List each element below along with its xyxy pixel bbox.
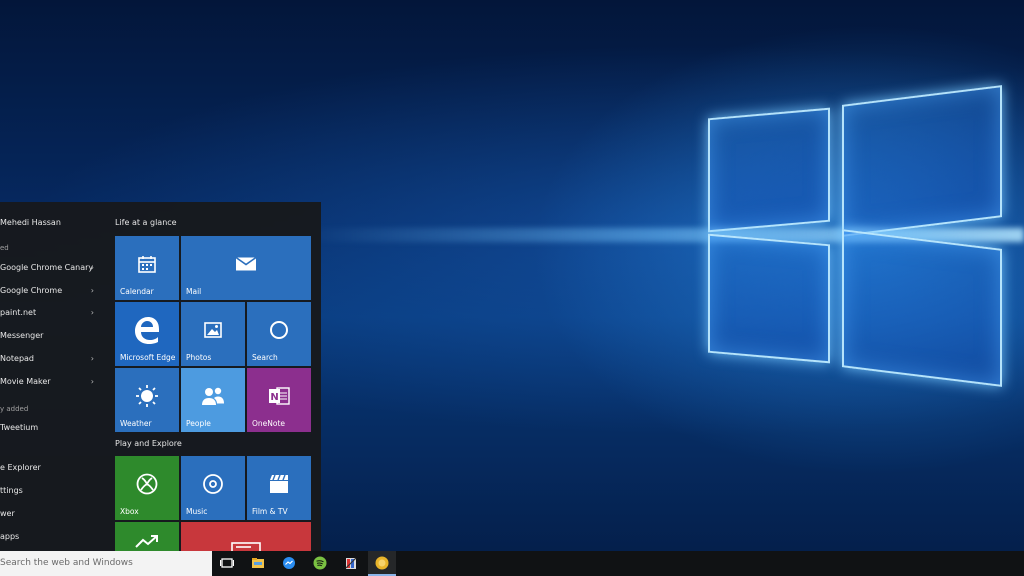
tile-photos[interactable]: Photos (181, 302, 245, 366)
paint-net-icon (345, 557, 357, 569)
tile-label: OneNote (252, 419, 286, 428)
power-button[interactable]: wer (0, 507, 100, 521)
search-placeholder: Search the web and Windows (0, 558, 133, 568)
app-label: Notepad (0, 354, 34, 363)
app-label: Messenger (0, 331, 44, 340)
spotify-button[interactable] (306, 551, 334, 576)
tile-music[interactable]: Music (181, 456, 245, 520)
news-icon (231, 542, 261, 551)
app-google-chrome-canary[interactable]: Google Chrome Canary › (0, 261, 100, 275)
app-messenger[interactable]: Messenger (0, 329, 100, 343)
logo-pane-top-right (842, 85, 1002, 237)
tile-label: Xbox (120, 507, 139, 516)
app-label: paint.net (0, 308, 37, 317)
task-view-button[interactable] (213, 551, 241, 576)
file-explorer-link[interactable]: e Explorer (0, 461, 100, 475)
app-label: Movie Maker (0, 377, 51, 386)
messenger-icon (283, 557, 295, 569)
chevron-right-icon[interactable]: › (91, 375, 94, 389)
tile-label: Music (186, 507, 208, 516)
chevron-right-icon[interactable]: › (91, 352, 94, 366)
tile-xbox[interactable]: Xbox (115, 456, 179, 520)
tweetium-icon (375, 556, 389, 570)
app-movie-maker[interactable]: Movie Maker › (0, 375, 100, 389)
tile-people[interactable]: People (181, 368, 245, 432)
logo-pane-bottom-left (708, 233, 830, 364)
tile-money[interactable] (115, 522, 179, 551)
mail-icon (235, 256, 257, 271)
file-explorer-button[interactable] (244, 551, 272, 576)
chevron-right-icon[interactable]: › (91, 284, 94, 298)
all-apps-link[interactable]: apps (0, 530, 100, 544)
app-google-chrome[interactable]: Google Chrome › (0, 284, 100, 298)
tile-label: Search (252, 353, 278, 362)
app-label: Google Chrome (0, 286, 63, 295)
chevron-right-icon[interactable]: › (91, 261, 94, 275)
file-explorer-icon (252, 558, 264, 568)
paint-net-button[interactable] (337, 551, 365, 576)
recently-added-heading: y added (0, 405, 29, 413)
tile-label: Photos (186, 353, 212, 362)
xbox-icon (136, 473, 158, 494)
weather-icon (136, 384, 158, 407)
tile-label: Mail (186, 287, 202, 296)
svg-text:N: N (270, 392, 278, 403)
people-icon (202, 387, 224, 405)
messenger-button[interactable] (275, 551, 303, 576)
tile-label: Microsoft Edge (120, 353, 176, 362)
tile-label: People (186, 419, 211, 428)
tile-news[interactable] (181, 522, 311, 551)
tile-label: Weather (120, 419, 152, 428)
group-title-play-and-explore: Play and Explore (115, 439, 182, 448)
chevron-right-icon[interactable]: › (91, 306, 94, 320)
tile-mail[interactable]: Mail (181, 236, 311, 300)
app-label: Google Chrome Canary (0, 263, 94, 272)
film-icon (270, 474, 288, 493)
money-icon (135, 535, 158, 548)
app-tweetium[interactable]: Tweetium (0, 421, 100, 435)
app-notepad[interactable]: Notepad › (0, 352, 100, 366)
edge-icon (135, 316, 159, 344)
photos-icon (204, 321, 222, 338)
tile-film-tv[interactable]: Film & TV (247, 456, 311, 520)
music-icon (203, 473, 223, 494)
logo-pane-bottom-right (842, 229, 1002, 387)
tile-label: Calendar (120, 287, 154, 296)
tweetium-button[interactable] (368, 551, 396, 576)
user-account[interactable]: Mehedi Hassan (0, 216, 100, 230)
system-item-label: ttings (0, 486, 23, 495)
app-paint-net[interactable]: paint.net › (0, 306, 100, 320)
tile-microsoft-edge[interactable]: Microsoft Edge (115, 302, 179, 366)
tile-calendar[interactable]: Calendar (115, 236, 179, 300)
tile-search[interactable]: Search (247, 302, 311, 366)
most-used-heading: ed (0, 244, 9, 252)
system-item-label: e Explorer (0, 463, 41, 472)
user-name: Mehedi Hassan (0, 218, 61, 227)
search-input[interactable]: Search the web and Windows (0, 551, 212, 576)
calendar-icon (138, 255, 156, 273)
app-label: Tweetium (0, 423, 39, 432)
onenote-icon: N (269, 386, 290, 405)
tile-weather[interactable]: Weather (115, 368, 179, 432)
settings-link[interactable]: ttings (0, 484, 100, 498)
tile-label: Film & TV (252, 507, 288, 516)
search-icon (270, 320, 288, 339)
spotify-icon (313, 556, 327, 570)
system-item-label: apps (0, 532, 20, 541)
task-view-icon (220, 558, 234, 568)
logo-pane-top-left (708, 107, 830, 233)
system-item-label: wer (0, 509, 15, 518)
group-title-life-at-a-glance: Life at a glance (115, 218, 177, 227)
taskbar: Search the web and Windows (0, 551, 1024, 576)
start-menu: Mehedi Hassan ed Google Chrome Canary › … (0, 202, 321, 551)
tile-onenote[interactable]: N OneNote (247, 368, 311, 432)
